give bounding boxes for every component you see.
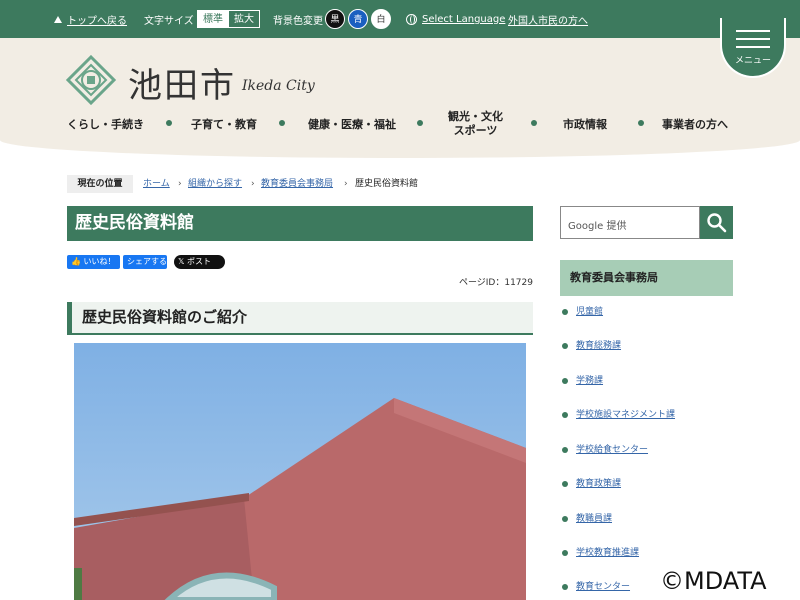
bullet-icon [562,516,568,522]
bullet-icon [562,309,568,315]
menu-label: メニュー [734,56,771,66]
facebook-like-button[interactable]: 👍 いいね！ [67,255,120,269]
search-button[interactable] [700,206,733,239]
page-title: 歴史民俗資料館 [67,206,533,241]
x-post-button[interactable]: 𝕏 ポスト [174,255,225,269]
copyright-watermark: ©MDATA [660,567,767,595]
nav-bullet [166,120,172,126]
bullet-icon [562,343,568,349]
font-size-label: 文字サイズ [144,15,194,27]
bg-black-button[interactable]: 黒 [325,9,345,29]
museum-photo [74,343,526,600]
search-google-label: Google 提供 [568,221,627,232]
bullet-icon [562,412,568,418]
font-size-large-button[interactable]: 拡大 [228,10,260,28]
chevron-right-icon: › [251,179,255,189]
nav-city-info[interactable]: 市政情報 [563,108,607,140]
site-header [0,38,800,158]
select-language-label[interactable]: Select Language [422,14,505,25]
site-title[interactable]: 池田市 [128,58,236,107]
nav-bullet [417,120,423,126]
sidebar-item-label[interactable]: 教職員課 [576,512,612,526]
nav-childcare[interactable]: 子育て・教育 [191,108,257,140]
sidebar-item-label[interactable]: 教育センター [576,580,630,594]
nav-tourism-line2: スポーツ [453,124,498,137]
hamburger-icon [736,30,770,48]
bullet-icon [562,378,568,384]
up-arrow-icon [54,15,62,23]
globe-icon [406,13,417,25]
breadcrumb-current: 歴史民俗資料館 [355,179,419,189]
ikeda-city-logo-icon[interactable] [66,55,116,105]
nav-health[interactable]: 健康・医療・福祉 [308,108,396,140]
site-search-input[interactable]: Google 提供 [560,206,700,239]
sidebar-item-label[interactable]: 児童館 [576,305,603,319]
bullet-icon [562,481,568,487]
x-post-label: ポスト [187,257,211,266]
sidebar-item-label[interactable]: 教育政策課 [576,477,621,491]
sidebar-item-label[interactable]: 学校教育推進課 [576,546,639,560]
bg-color-label: 背景色変更 [273,15,323,27]
site-subtitle: Ikeda City [242,78,315,94]
nav-bullet [279,120,285,126]
x-logo-icon: 𝕏 [178,257,185,266]
nav-tourism-line1: 観光・文化 [448,110,503,123]
sidebar-item-label[interactable]: 教育総務課 [576,339,621,353]
page-id: ページID：11729 [458,278,533,288]
top-utility-bar: トップへ戻る 文字サイズ 標準 拡大 背景色変更 黒 青 白 Select La… [0,0,800,38]
nav-tourism[interactable]: 観光・文化 スポーツ [448,108,503,140]
back-to-top-link[interactable]: トップへ戻る [54,0,127,38]
back-to-top-label[interactable]: トップへ戻る [67,12,127,27]
sidebar-item-label[interactable]: 学校施設マネジメント課 [576,408,675,422]
nav-business[interactable]: 事業者の方へ [662,108,728,140]
sidebar-item-label[interactable]: 学務課 [576,374,603,388]
bg-blue-button[interactable]: 青 [348,9,368,29]
sidebar-heading: 教育委員会事務局 [560,260,733,296]
bullet-icon [562,550,568,556]
breadcrumb-by-org[interactable]: 組織から探す [188,175,242,193]
chevron-right-icon: › [178,179,182,189]
nav-bullet [638,120,644,126]
nav-living[interactable]: くらし・手続き [67,108,144,140]
sidebar-item-label[interactable]: 学校給食センター [576,443,648,457]
breadcrumb-home[interactable]: ホーム [143,175,170,193]
facebook-like-label: いいね！ [83,257,116,266]
foreign-residents-link[interactable]: 外国人市民の方へ [508,12,588,27]
breadcrumb-current-location-label: 現在の位置 [67,175,133,193]
chevron-right-icon: › [344,179,348,189]
search-icon [707,213,727,233]
nav-bullet [531,120,537,126]
thumbs-up-icon: 👍 [71,257,81,266]
select-language-link[interactable]: Select Language [406,0,505,38]
font-size-standard-button[interactable]: 標準 [197,10,229,28]
facebook-share-button[interactable]: シェアする [123,255,167,269]
bg-white-button[interactable]: 白 [371,9,391,29]
section-heading: 歴史民俗資料館のご紹介 [67,302,533,335]
bullet-icon [562,447,568,453]
breadcrumb-education-office[interactable]: 教育委員会事務局 [261,175,333,193]
bullet-icon [562,584,568,590]
